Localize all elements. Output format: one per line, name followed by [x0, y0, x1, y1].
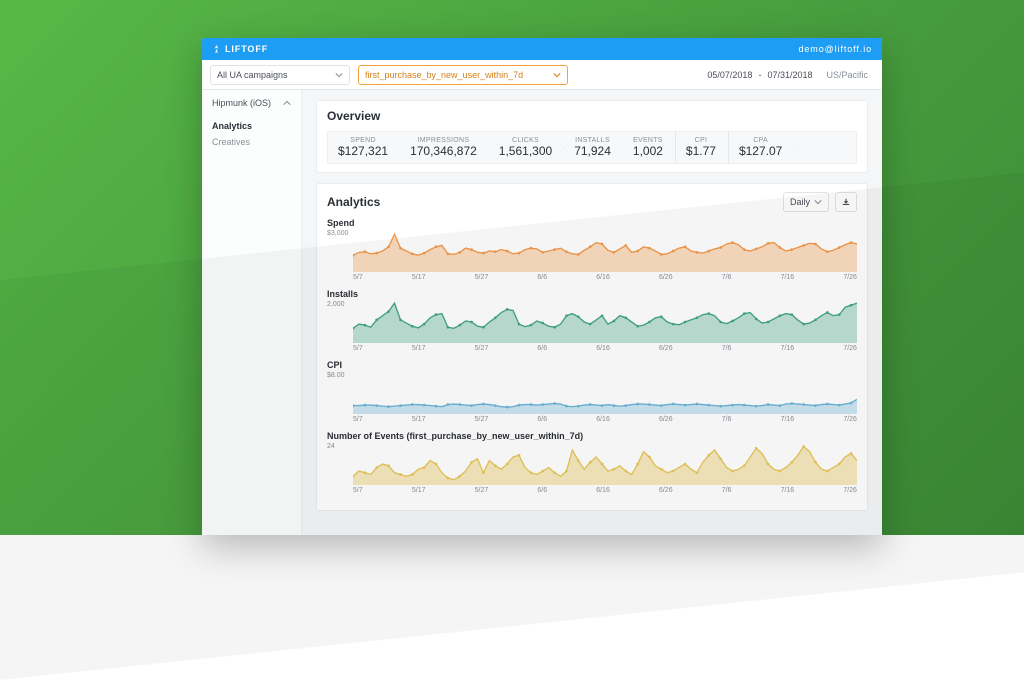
topbar: LIFTOFF demo@liftoff.io [202, 38, 882, 60]
overview-title: Overview [327, 109, 857, 123]
campaign-select[interactable]: All UA campaigns [210, 65, 350, 85]
chart-events: Number of Events (first_purchase_by_new_… [327, 431, 857, 494]
overview-panel: Overview SPEND $127,321 IMPRESSIONS 170,… [316, 100, 868, 173]
analytics-title: Analytics [327, 195, 380, 209]
brand-logo: LIFTOFF [212, 44, 268, 54]
sidebar-item-creatives[interactable]: Creatives [212, 134, 291, 150]
analytics-panel: Analytics Daily Spend $3,00 [316, 183, 868, 511]
download-button[interactable] [835, 192, 857, 212]
funnel-clicks: CLICKS 1,561,300 [489, 132, 564, 163]
metric-value: $1.77 [686, 144, 716, 158]
chart-ylabel: 24 [327, 443, 335, 450]
funnel-installs: INSTALLS 71,924 [564, 132, 623, 163]
chart-plot: $3,000 [327, 230, 857, 272]
chart-plot: 24 [327, 443, 857, 485]
funnel-spend: SPEND $127,321 [328, 132, 400, 163]
funnel-impressions: IMPRESSIONS 170,346,872 [400, 132, 489, 163]
main-content: Overview SPEND $127,321 IMPRESSIONS 170,… [302, 90, 882, 535]
event-select-value: first_purchase_by_new_user_within_7d [365, 70, 523, 80]
date-sep: - [758, 70, 761, 80]
metric-cpa: CPA $127.07 [728, 132, 794, 163]
chart-ylabel: $3,000 [327, 230, 348, 237]
funnel-events: EVENTS 1,002 [623, 132, 675, 163]
chart-plot: $8.00 [327, 372, 857, 414]
sidebar: Hipmunk (iOS) Analytics Creatives [202, 90, 302, 535]
charts-container: Spend $3,000 5/75/175/276/66/166/267/67/… [327, 218, 857, 494]
user-email[interactable]: demo@liftoff.io [799, 44, 873, 54]
funnel-value: 1,561,300 [499, 144, 552, 158]
date-from: 05/07/2018 [707, 70, 752, 80]
funnel-value: 71,924 [574, 144, 611, 158]
granularity-value: Daily [790, 197, 810, 207]
filter-toolbar: All UA campaigns first_purchase_by_new_u… [202, 60, 882, 90]
sidebar-item-analytics[interactable]: Analytics [212, 118, 291, 134]
funnel-value: $127,321 [338, 144, 388, 158]
metric-value: $127.07 [739, 144, 782, 158]
timezone-label: US/Pacific [820, 70, 874, 80]
funnel-value: 170,346,872 [410, 144, 477, 158]
funnel-value: 1,002 [633, 144, 663, 158]
funnel-label: SPEND [338, 137, 388, 144]
metric-label: CPI [686, 137, 716, 144]
chart-xaxis: 5/75/175/276/66/166/267/67/167/26 [327, 414, 857, 423]
chart-title: Installs [327, 289, 857, 299]
chevron-down-icon [553, 71, 561, 79]
chart-plot: 2,000 [327, 301, 857, 343]
download-icon [842, 198, 850, 206]
date-to: 07/31/2018 [767, 70, 812, 80]
funnel-label: INSTALLS [574, 137, 611, 144]
chart-spend: Spend $3,000 5/75/175/276/66/166/267/67/… [327, 218, 857, 281]
chart-title: CPI [327, 360, 857, 370]
chevron-up-icon [283, 99, 291, 107]
liftoff-icon [212, 45, 221, 54]
granularity-select[interactable]: Daily [783, 192, 829, 212]
metric-cpi: CPI $1.77 [675, 132, 728, 163]
brand-text: LIFTOFF [225, 44, 268, 54]
campaign-select-value: All UA campaigns [217, 70, 288, 80]
event-select[interactable]: first_purchase_by_new_user_within_7d [358, 65, 568, 85]
chart-installs: Installs 2,000 5/75/175/276/66/166/267/6… [327, 289, 857, 352]
chevron-down-icon [335, 71, 343, 79]
account-name: Hipmunk (iOS) [212, 98, 271, 108]
metric-label: CPA [739, 137, 782, 144]
chart-ylabel: 2,000 [327, 301, 345, 308]
chart-cpi: CPI $8.00 5/75/175/276/66/166/267/67/167… [327, 360, 857, 423]
app-window: LIFTOFF demo@liftoff.io All UA campaigns… [202, 38, 882, 535]
chart-title: Spend [327, 218, 857, 228]
chart-xaxis: 5/75/175/276/66/166/267/67/167/26 [327, 343, 857, 352]
funnel-label: EVENTS [633, 137, 663, 144]
account-select[interactable]: Hipmunk (iOS) [212, 98, 291, 108]
chart-xaxis: 5/75/175/276/66/166/267/67/167/26 [327, 272, 857, 281]
chart-title: Number of Events (first_purchase_by_new_… [327, 431, 857, 441]
funnel-label: IMPRESSIONS [410, 137, 477, 144]
chevron-down-icon [814, 198, 822, 206]
chart-ylabel: $8.00 [327, 372, 345, 379]
funnel-label: CLICKS [499, 137, 552, 144]
chart-xaxis: 5/75/175/276/66/166/267/67/167/26 [327, 485, 857, 494]
date-range-picker[interactable]: 05/07/2018 - 07/31/2018 [707, 70, 812, 80]
overview-funnel: SPEND $127,321 IMPRESSIONS 170,346,872 C… [327, 131, 857, 164]
